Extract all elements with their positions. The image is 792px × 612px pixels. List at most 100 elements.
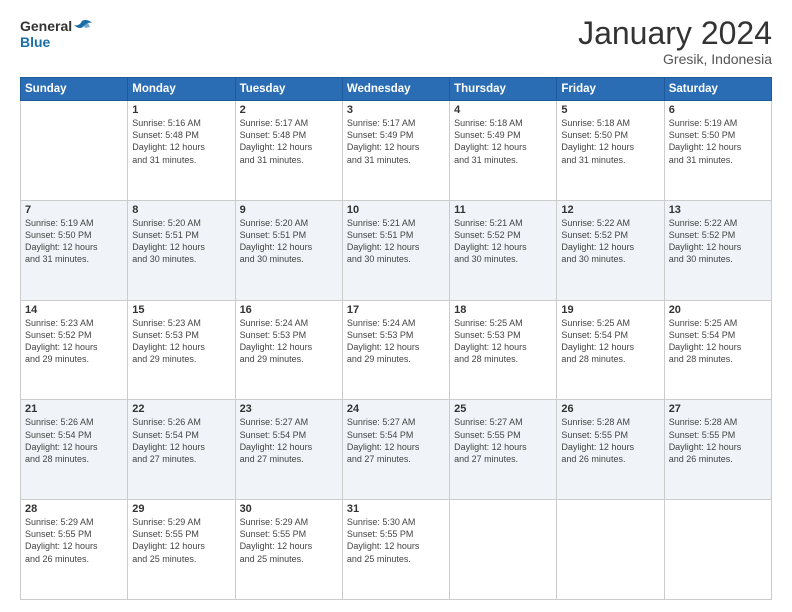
day-number: 7 [25,204,123,216]
logo-general-text: General [20,18,72,34]
day-number: 23 [240,403,338,415]
day-number: 16 [240,304,338,316]
calendar-cell: 20Sunrise: 5:25 AMSunset: 5:54 PMDayligh… [664,300,771,400]
logo: General Blue [20,16,92,50]
day-info: Sunrise: 5:22 AMSunset: 5:52 PMDaylight:… [669,217,767,266]
calendar-cell: 1Sunrise: 5:16 AMSunset: 5:48 PMDaylight… [128,101,235,201]
day-info: Sunrise: 5:23 AMSunset: 5:52 PMDaylight:… [25,317,123,366]
day-info: Sunrise: 5:19 AMSunset: 5:50 PMDaylight:… [25,217,123,266]
calendar-cell: 7Sunrise: 5:19 AMSunset: 5:50 PMDaylight… [21,200,128,300]
day-info: Sunrise: 5:28 AMSunset: 5:55 PMDaylight:… [669,416,767,465]
day-number: 17 [347,304,445,316]
day-info: Sunrise: 5:18 AMSunset: 5:49 PMDaylight:… [454,117,552,166]
col-monday: Monday [128,78,235,101]
calendar-cell: 28Sunrise: 5:29 AMSunset: 5:55 PMDayligh… [21,500,128,600]
day-info: Sunrise: 5:25 AMSunset: 5:54 PMDaylight:… [669,317,767,366]
col-thursday: Thursday [450,78,557,101]
day-info: Sunrise: 5:28 AMSunset: 5:55 PMDaylight:… [561,416,659,465]
calendar-cell: 6Sunrise: 5:19 AMSunset: 5:50 PMDaylight… [664,101,771,201]
day-number: 30 [240,503,338,515]
day-number: 8 [132,204,230,216]
day-info: Sunrise: 5:29 AMSunset: 5:55 PMDaylight:… [25,516,123,565]
calendar-week-row: 21Sunrise: 5:26 AMSunset: 5:54 PMDayligh… [21,400,772,500]
calendar-week-row: 7Sunrise: 5:19 AMSunset: 5:50 PMDaylight… [21,200,772,300]
calendar-cell: 22Sunrise: 5:26 AMSunset: 5:54 PMDayligh… [128,400,235,500]
calendar-cell: 3Sunrise: 5:17 AMSunset: 5:49 PMDaylight… [342,101,449,201]
calendar-cell: 14Sunrise: 5:23 AMSunset: 5:52 PMDayligh… [21,300,128,400]
day-number: 15 [132,304,230,316]
day-number: 25 [454,403,552,415]
day-info: Sunrise: 5:21 AMSunset: 5:52 PMDaylight:… [454,217,552,266]
calendar-cell: 11Sunrise: 5:21 AMSunset: 5:52 PMDayligh… [450,200,557,300]
day-info: Sunrise: 5:16 AMSunset: 5:48 PMDaylight:… [132,117,230,166]
calendar-cell [21,101,128,201]
calendar-cell: 13Sunrise: 5:22 AMSunset: 5:52 PMDayligh… [664,200,771,300]
day-number: 3 [347,104,445,116]
calendar-cell: 19Sunrise: 5:25 AMSunset: 5:54 PMDayligh… [557,300,664,400]
day-info: Sunrise: 5:23 AMSunset: 5:53 PMDaylight:… [132,317,230,366]
col-sunday: Sunday [21,78,128,101]
day-number: 20 [669,304,767,316]
calendar-cell: 24Sunrise: 5:27 AMSunset: 5:54 PMDayligh… [342,400,449,500]
calendar-cell: 18Sunrise: 5:25 AMSunset: 5:53 PMDayligh… [450,300,557,400]
calendar-cell: 27Sunrise: 5:28 AMSunset: 5:55 PMDayligh… [664,400,771,500]
day-number: 28 [25,503,123,515]
calendar-week-row: 28Sunrise: 5:29 AMSunset: 5:55 PMDayligh… [21,500,772,600]
day-number: 18 [454,304,552,316]
logo-blue-text: Blue [20,34,92,50]
day-info: Sunrise: 5:27 AMSunset: 5:55 PMDaylight:… [454,416,552,465]
calendar-cell [664,500,771,600]
day-info: Sunrise: 5:27 AMSunset: 5:54 PMDaylight:… [347,416,445,465]
day-number: 29 [132,503,230,515]
day-number: 2 [240,104,338,116]
day-info: Sunrise: 5:25 AMSunset: 5:53 PMDaylight:… [454,317,552,366]
calendar-cell: 10Sunrise: 5:21 AMSunset: 5:51 PMDayligh… [342,200,449,300]
day-info: Sunrise: 5:29 AMSunset: 5:55 PMDaylight:… [132,516,230,565]
calendar-cell: 5Sunrise: 5:18 AMSunset: 5:50 PMDaylight… [557,101,664,201]
month-year-title: January 2024 [578,16,772,51]
calendar-cell: 8Sunrise: 5:20 AMSunset: 5:51 PMDaylight… [128,200,235,300]
day-number: 19 [561,304,659,316]
calendar-cell [557,500,664,600]
day-number: 27 [669,403,767,415]
calendar-week-row: 14Sunrise: 5:23 AMSunset: 5:52 PMDayligh… [21,300,772,400]
calendar-cell: 21Sunrise: 5:26 AMSunset: 5:54 PMDayligh… [21,400,128,500]
day-number: 1 [132,104,230,116]
day-number: 24 [347,403,445,415]
calendar-cell: 2Sunrise: 5:17 AMSunset: 5:48 PMDaylight… [235,101,342,201]
calendar-cell: 30Sunrise: 5:29 AMSunset: 5:55 PMDayligh… [235,500,342,600]
day-info: Sunrise: 5:22 AMSunset: 5:52 PMDaylight:… [561,217,659,266]
day-number: 31 [347,503,445,515]
col-friday: Friday [557,78,664,101]
day-info: Sunrise: 5:17 AMSunset: 5:48 PMDaylight:… [240,117,338,166]
day-number: 4 [454,104,552,116]
day-number: 21 [25,403,123,415]
day-number: 14 [25,304,123,316]
day-info: Sunrise: 5:25 AMSunset: 5:54 PMDaylight:… [561,317,659,366]
calendar-week-row: 1Sunrise: 5:16 AMSunset: 5:48 PMDaylight… [21,101,772,201]
day-number: 22 [132,403,230,415]
day-info: Sunrise: 5:18 AMSunset: 5:50 PMDaylight:… [561,117,659,166]
calendar-cell: 23Sunrise: 5:27 AMSunset: 5:54 PMDayligh… [235,400,342,500]
day-info: Sunrise: 5:26 AMSunset: 5:54 PMDaylight:… [25,416,123,465]
day-number: 10 [347,204,445,216]
calendar-cell: 25Sunrise: 5:27 AMSunset: 5:55 PMDayligh… [450,400,557,500]
location-subtitle: Gresik, Indonesia [578,51,772,67]
day-info: Sunrise: 5:24 AMSunset: 5:53 PMDaylight:… [347,317,445,366]
calendar-cell: 15Sunrise: 5:23 AMSunset: 5:53 PMDayligh… [128,300,235,400]
day-info: Sunrise: 5:17 AMSunset: 5:49 PMDaylight:… [347,117,445,166]
day-info: Sunrise: 5:29 AMSunset: 5:55 PMDaylight:… [240,516,338,565]
calendar-cell: 12Sunrise: 5:22 AMSunset: 5:52 PMDayligh… [557,200,664,300]
day-number: 26 [561,403,659,415]
calendar-cell: 29Sunrise: 5:29 AMSunset: 5:55 PMDayligh… [128,500,235,600]
calendar-cell: 9Sunrise: 5:20 AMSunset: 5:51 PMDaylight… [235,200,342,300]
day-info: Sunrise: 5:21 AMSunset: 5:51 PMDaylight:… [347,217,445,266]
day-info: Sunrise: 5:24 AMSunset: 5:53 PMDaylight:… [240,317,338,366]
calendar-cell: 16Sunrise: 5:24 AMSunset: 5:53 PMDayligh… [235,300,342,400]
day-number: 13 [669,204,767,216]
day-info: Sunrise: 5:19 AMSunset: 5:50 PMDaylight:… [669,117,767,166]
calendar-cell [450,500,557,600]
calendar-table: Sunday Monday Tuesday Wednesday Thursday… [20,77,772,600]
day-info: Sunrise: 5:30 AMSunset: 5:55 PMDaylight:… [347,516,445,565]
day-number: 9 [240,204,338,216]
